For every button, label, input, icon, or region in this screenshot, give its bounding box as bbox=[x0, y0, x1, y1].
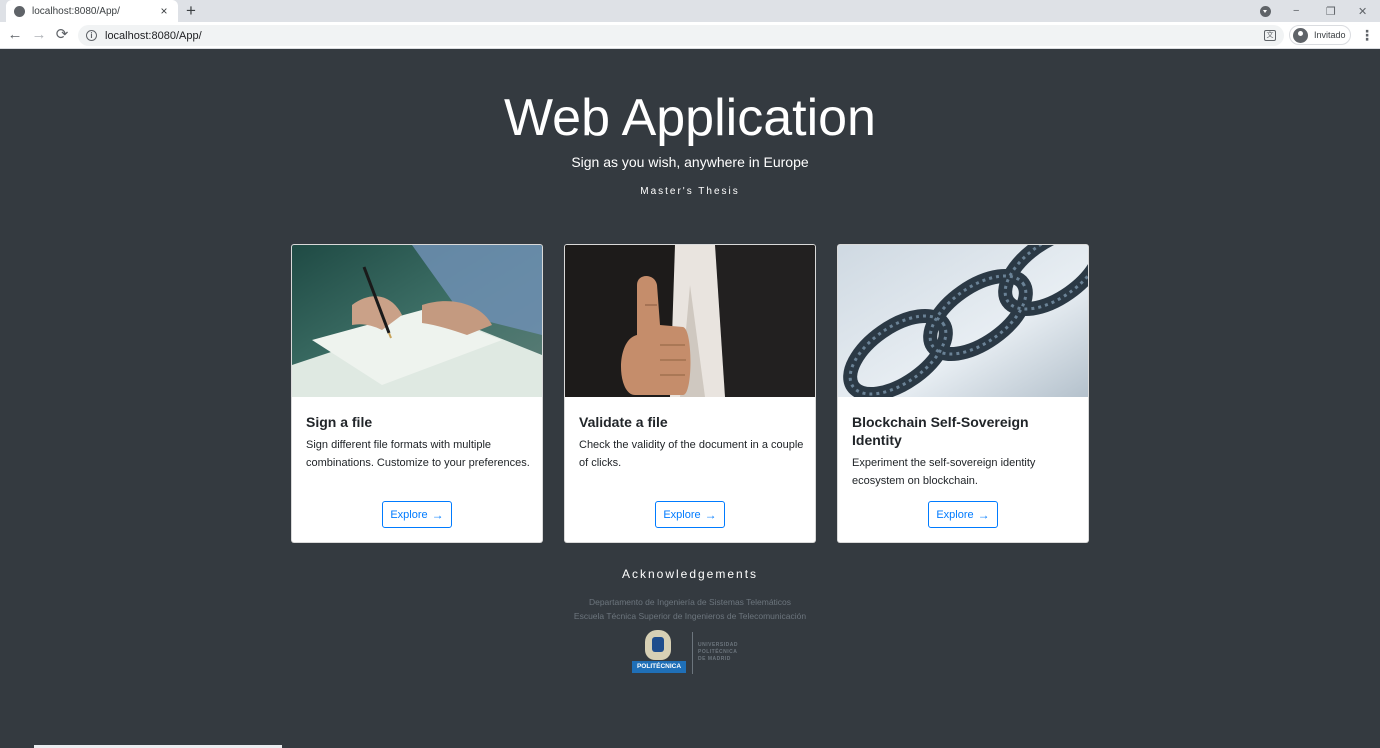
upm-logo: POLITÉCNICA UNIVERSIDAD POLITÉCNICA DE M… bbox=[631, 630, 746, 676]
button-label: Explore bbox=[390, 508, 428, 521]
profile-label: Invitado bbox=[1314, 30, 1346, 40]
arrow-right-icon: → bbox=[977, 507, 990, 522]
school-name: Escuela Técnica Superior de Ingenieros d… bbox=[573, 611, 807, 621]
minimize-button[interactable]: − bbox=[1293, 0, 1299, 22]
logo-wordmark: UNIVERSIDAD POLITÉCNICA DE MADRID bbox=[698, 642, 738, 663]
tab-title: localhost:8080/App/ bbox=[32, 5, 120, 17]
page-title: Web Application bbox=[504, 89, 876, 147]
avatar-icon bbox=[1293, 27, 1308, 43]
url-text[interactable]: localhost:8080/App/ bbox=[105, 30, 202, 42]
logo-word: UNIVERSIDAD bbox=[698, 642, 738, 648]
forward-arrow-icon[interactable]: → bbox=[30, 26, 48, 44]
translate-icon[interactable]: 文 bbox=[1264, 30, 1276, 41]
new-tab-button[interactable]: + bbox=[186, 1, 196, 21]
card-validate-file: Validate a file Check the validity of th… bbox=[564, 244, 816, 543]
hand-signing-image bbox=[292, 245, 542, 397]
reload-icon[interactable]: ⟳ bbox=[53, 26, 71, 44]
logo-word: POLITÉCNICA bbox=[698, 649, 738, 655]
chain-links-image bbox=[838, 245, 1088, 397]
back-arrow-icon[interactable]: ← bbox=[6, 26, 24, 44]
thumbs-up-image bbox=[565, 245, 815, 397]
acknowledgements-heading: Acknowledgements bbox=[621, 567, 759, 581]
button-label: Explore bbox=[936, 508, 974, 521]
kebab-menu-icon[interactable]: ⋮ bbox=[1360, 27, 1374, 44]
logo-band-text: POLITÉCNICA bbox=[632, 661, 686, 673]
card-sign-file: Sign a file Sign different file formats … bbox=[291, 244, 543, 543]
profile-dropdown-icon[interactable] bbox=[1260, 6, 1271, 17]
arrow-right-icon: → bbox=[431, 507, 444, 522]
card-blockchain-identity: Blockchain Self-Sovereign Identity Exper… bbox=[837, 244, 1089, 543]
department-name: Departamento de Ingeniería de Sistemas T… bbox=[588, 597, 792, 607]
page-subtitle: Sign as you wish, anywhere in Europe bbox=[571, 154, 809, 170]
restore-button[interactable]: ❐ bbox=[1326, 0, 1336, 22]
card-text: Experiment the self-sovereign identity e… bbox=[852, 457, 1036, 487]
browser-toolbar: ← → ⟳ i localhost:8080/App/ 文 Invitado ⋮ bbox=[0, 22, 1380, 49]
logo-word: DE MADRID bbox=[698, 656, 731, 662]
info-icon[interactable]: i bbox=[86, 30, 97, 41]
close-window-button[interactable]: ✕ bbox=[1358, 0, 1367, 22]
card-title: Sign a file bbox=[306, 414, 373, 430]
logo-divider bbox=[692, 632, 693, 674]
globe-icon bbox=[14, 5, 25, 17]
tab-close-icon[interactable]: × bbox=[158, 4, 170, 18]
address-bar[interactable]: i localhost:8080/App/ bbox=[78, 25, 1284, 46]
card-title: Validate a file bbox=[579, 414, 668, 430]
browser-tab-strip: localhost:8080/App/ × + − ❐ ✕ bbox=[0, 0, 1380, 22]
explore-sign-button[interactable]: Explore → bbox=[382, 501, 452, 528]
thesis-tag: Master's Thesis bbox=[640, 186, 740, 197]
card-text: Sign different file formats with multipl… bbox=[306, 439, 530, 469]
profile-button[interactable]: Invitado bbox=[1289, 25, 1351, 45]
card-title: Blockchain Self-Sovereign Identity bbox=[852, 414, 1029, 448]
browser-tab[interactable]: localhost:8080/App/ × bbox=[6, 0, 178, 22]
card-text: Check the validity of the document in a … bbox=[579, 439, 804, 469]
arrow-right-icon: → bbox=[704, 507, 717, 522]
button-label: Explore bbox=[663, 508, 701, 521]
explore-validate-button[interactable]: Explore → bbox=[655, 501, 725, 528]
university-seal-icon bbox=[645, 630, 671, 660]
explore-blockchain-button[interactable]: Explore → bbox=[928, 501, 998, 528]
